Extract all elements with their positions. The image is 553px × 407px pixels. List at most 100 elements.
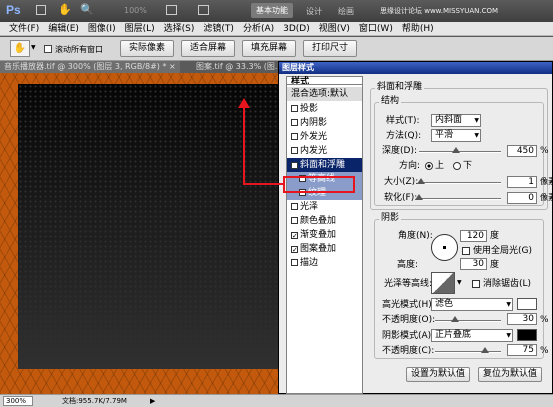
status-menu-arrow-icon[interactable]: ▶: [150, 397, 155, 405]
print-size-button[interactable]: 打印尺寸: [303, 40, 357, 57]
layer-style-dialog: 图层样式 样式 混合选项:默认 投影 内阴影 外发光 内发光 ✓ 斜面和浮雕 等高线 纹理 光泽…: [278, 61, 553, 394]
depth-slider-thumb[interactable]: [451, 147, 460, 153]
workspace-button[interactable]: 基本功能: [251, 3, 293, 18]
layout-icon[interactable]: [36, 5, 46, 15]
scroll-all-checkbox[interactable]: [44, 45, 52, 53]
soften-slider-thumb[interactable]: [415, 194, 423, 200]
style-checkbox[interactable]: [291, 133, 298, 140]
reset-default-button[interactable]: 复位为默认值: [478, 367, 542, 382]
depth-input[interactable]: 450: [507, 145, 537, 157]
global-light-label: 使用全局光(G): [473, 246, 532, 256]
style-item[interactable]: ✓ 渐变叠加: [287, 228, 362, 242]
style-item[interactable]: 内阴影: [287, 116, 362, 130]
shadow-opacity-slider[interactable]: [435, 347, 501, 353]
size-slider-thumb[interactable]: [416, 178, 425, 184]
angle-dial[interactable]: [431, 234, 458, 261]
style-checkbox[interactable]: [291, 119, 298, 126]
style-select[interactable]: 内斜面: [431, 114, 481, 127]
shadow-mode-select[interactable]: 正片叠底: [431, 329, 513, 342]
fit-screen-button[interactable]: 适合屏幕: [181, 40, 235, 57]
chevron-down-icon[interactable]: ▼: [457, 279, 462, 286]
direction-down-radio[interactable]: [453, 162, 461, 170]
hand-tool-preset-icon[interactable]: ✋: [10, 40, 30, 57]
fill-screen-button[interactable]: 填充屏幕: [242, 40, 296, 57]
depth-slider[interactable]: [419, 147, 501, 153]
highlight-opacity-slider[interactable]: [435, 316, 501, 322]
style-item[interactable]: 颜色叠加: [287, 214, 362, 228]
technique-label: 方法(Q):: [386, 131, 422, 141]
structure-title: 结构: [379, 96, 402, 107]
shadow-opacity-input[interactable]: 75: [507, 344, 537, 356]
soften-slider[interactable]: [415, 194, 501, 200]
style-item-label: 斜面和浮雕: [300, 160, 346, 170]
chevron-down-icon[interactable]: ▼: [31, 44, 36, 51]
tab-pattern[interactable]: 图案.tif @ 33.3% (图...: [192, 61, 287, 73]
document-tabs: 音乐播放器.tif @ 300% (图层 3, RGB/8#) * × 图案.t…: [0, 61, 290, 73]
doc-size-text: 文档:955.7K/7.79M: [62, 397, 127, 405]
style-item[interactable]: 投影: [287, 102, 362, 116]
shadow-opacity-thumb[interactable]: [480, 347, 489, 353]
highlight-color-swatch[interactable]: [517, 298, 537, 310]
highlight-opacity-input[interactable]: 30: [507, 313, 537, 325]
tab-music-player[interactable]: 音乐播放器.tif @ 300% (图层 3, RGB/8#) * ×: [0, 61, 180, 73]
style-item[interactable]: 内发光: [287, 144, 362, 158]
style-item-label: 渐变叠加: [300, 230, 337, 240]
highlight-mode-select[interactable]: 滤色: [431, 298, 513, 311]
screen-mode-icon[interactable]: [198, 5, 209, 15]
menu-3d[interactable]: 3D(D): [283, 22, 310, 36]
style-item[interactable]: 外发光: [287, 130, 362, 144]
blend-options-item[interactable]: 混合选项:默认: [287, 87, 362, 101]
direction-up-radio[interactable]: [425, 162, 433, 170]
size-input[interactable]: 1: [507, 176, 537, 188]
gloss-contour-picker[interactable]: [431, 272, 455, 294]
design-button[interactable]: 设计: [306, 6, 322, 17]
soften-input[interactable]: 0: [507, 192, 537, 204]
style-item[interactable]: ✓ 斜面和浮雕: [287, 158, 362, 172]
anti-alias-checkbox[interactable]: [472, 280, 480, 288]
menu-file[interactable]: 文件(F): [9, 22, 39, 36]
menu-filter[interactable]: 滤镜(T): [203, 22, 234, 36]
technique-select[interactable]: 平滑: [431, 129, 481, 142]
altitude-input[interactable]: 30: [460, 258, 487, 270]
style-checkbox[interactable]: [291, 147, 298, 154]
style-item[interactable]: ✓ 图案叠加: [287, 242, 362, 256]
zoom-level-field[interactable]: 300%: [3, 396, 33, 406]
style-checkbox[interactable]: ✓: [291, 232, 298, 240]
depth-unit: %: [540, 146, 549, 156]
menu-image[interactable]: 图像(I): [88, 22, 116, 36]
menu-edit[interactable]: 编辑(E): [48, 22, 79, 36]
menu-select[interactable]: 选择(S): [164, 22, 195, 36]
menu-view[interactable]: 视图(V): [319, 22, 350, 36]
shadow-opacity-unit: %: [540, 346, 549, 356]
style-checkbox[interactable]: [291, 203, 298, 210]
global-light-checkbox[interactable]: [462, 247, 470, 255]
draw-button[interactable]: 绘画: [338, 6, 354, 17]
style-item-label: 外发光: [300, 132, 328, 142]
shading-title: 阴影: [379, 213, 402, 224]
make-default-button[interactable]: 设置为默认值: [406, 367, 470, 382]
size-slider[interactable]: [416, 178, 501, 184]
style-checkbox[interactable]: [291, 217, 298, 224]
menu-analysis[interactable]: 分析(A): [243, 22, 274, 36]
actual-pixels-button[interactable]: 实际像素: [120, 40, 174, 57]
style-label: 样式(T):: [386, 116, 420, 126]
highlight-opacity-thumb[interactable]: [450, 316, 459, 322]
style-item[interactable]: 描边: [287, 256, 362, 270]
menu-layer[interactable]: 图层(L): [125, 22, 155, 36]
menu-help[interactable]: 帮助(H): [402, 22, 434, 36]
style-checkbox[interactable]: ✓: [291, 162, 298, 170]
altitude-unit: 度: [490, 260, 500, 270]
style-checkbox[interactable]: ✓: [291, 246, 298, 254]
menu-window[interactable]: 窗口(W): [359, 22, 393, 36]
shadow-color-swatch[interactable]: [517, 329, 537, 341]
style-item-label: 投影: [300, 104, 319, 114]
style-checkbox[interactable]: [291, 105, 298, 112]
hand-tool-icon[interactable]: ✋: [58, 3, 72, 16]
angle-input[interactable]: 120: [460, 230, 487, 242]
style-checkbox[interactable]: [291, 259, 298, 266]
zoom-menu[interactable]: 100%: [124, 6, 147, 15]
highlight-opacity-unit: %: [540, 315, 549, 325]
arrange-icon[interactable]: [166, 5, 177, 15]
style-item[interactable]: 光泽: [287, 200, 362, 214]
zoom-tool-icon[interactable]: 🔍: [80, 3, 94, 16]
